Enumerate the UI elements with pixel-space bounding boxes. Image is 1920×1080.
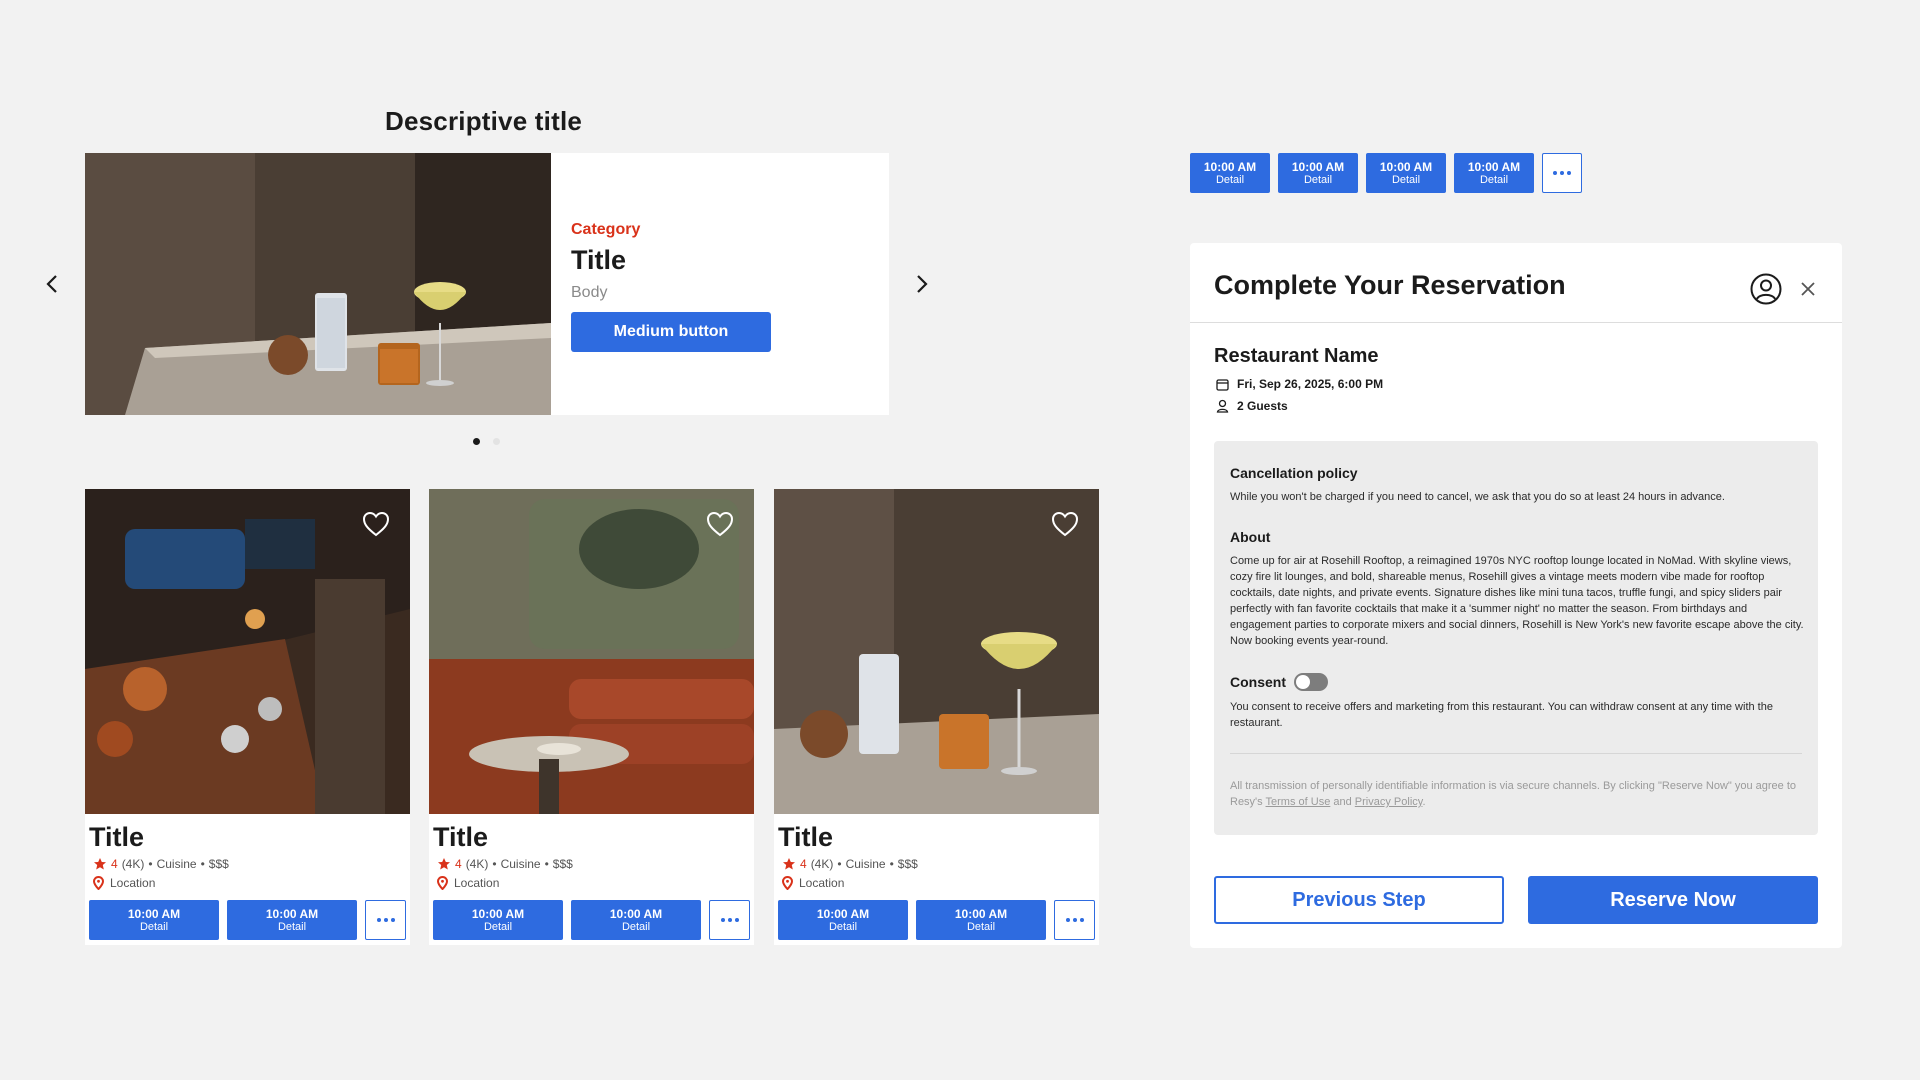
card-meta: 4 (4K) • Cuisine • $$$ (437, 857, 754, 871)
card-image (85, 489, 410, 814)
card-location-row: Location (437, 876, 754, 890)
panel-title: Complete Your Reservation (1214, 270, 1566, 300)
card-meta: 4 (4K) • Cuisine • $$$ (93, 857, 410, 871)
consent-text: You consent to receive offers and market… (1230, 701, 1773, 729)
user-account-icon[interactable] (1750, 273, 1782, 305)
privacy-policy-link[interactable]: Privacy Policy (1355, 796, 1423, 808)
card-price: $$$ (897, 857, 918, 871)
hero-image (85, 153, 551, 415)
calendar-icon (1216, 378, 1229, 391)
card-price: $$$ (552, 857, 573, 871)
location-pin-icon (782, 876, 793, 890)
time-slot-button[interactable]: 10:00 AM Detail (571, 900, 701, 940)
person-icon (1216, 399, 1229, 413)
card-location: Location (454, 876, 500, 890)
card-cuisine: Cuisine (156, 857, 197, 871)
reservation-datetime-row: Fri, Sep 26, 2025, 6:00 PM (1216, 377, 1383, 391)
location-pin-icon (437, 876, 448, 890)
time-slot-button[interactable]: 10:00 AM Detail (778, 900, 908, 940)
reservation-datetime: Fri, Sep 26, 2025, 6:00 PM (1237, 377, 1384, 391)
chevron-left-icon (46, 275, 57, 293)
card-location-row: Location (782, 876, 1099, 890)
terms-of-use-link[interactable]: Terms of Use (1266, 796, 1331, 808)
time-slot-button[interactable]: 10:00 AM Detail (227, 900, 357, 940)
heart-icon[interactable] (1051, 511, 1079, 537)
reserve-now-button[interactable]: Reserve Now (1528, 876, 1818, 924)
cancellation-text: While you won't be charged if you need t… (1230, 491, 1725, 503)
reservation-guests-row: 2 Guests (1216, 399, 1288, 413)
hero-category: Category (571, 221, 641, 238)
card-rating: 4 (800, 857, 807, 871)
time-slot-button[interactable]: 10:00 AM Detail (1190, 153, 1270, 193)
consent-heading: Consent (1230, 674, 1286, 690)
card-meta: 4 (4K) • Cuisine • $$$ (782, 857, 1099, 871)
close-icon[interactable] (1800, 281, 1816, 297)
card-cuisine: Cuisine (500, 857, 541, 871)
divider (1230, 753, 1802, 754)
carousel-dot[interactable] (493, 438, 500, 445)
restaurant-card[interactable]: Title 4 (4K) • Cuisine • $$$ Location 10:0… (774, 489, 1099, 945)
fine-print: All transmission of personally identifia… (1230, 780, 1797, 808)
chevron-right-icon (917, 275, 928, 293)
card-location: Location (799, 876, 845, 890)
reservation-guests: 2 Guests (1237, 399, 1288, 413)
time-slot-button[interactable]: 10:00 AM Detail (433, 900, 563, 940)
heart-icon[interactable] (362, 511, 390, 537)
ellipsis-icon (1065, 918, 1070, 922)
medium-button[interactable]: Medium button (571, 312, 771, 352)
star-icon (783, 858, 795, 870)
card-price: $$$ (208, 857, 229, 871)
card-rating: 4 (455, 857, 462, 871)
more-times-button[interactable] (1542, 153, 1582, 193)
time-slot-button[interactable]: 10:00 AM Detail (89, 900, 219, 940)
time-slot-row: 10:00 AM Detail 10:00 AM Detail 10:00 AM De… (1190, 153, 1582, 193)
time-slot-button[interactable]: 10:00 AM Detail (1454, 153, 1534, 193)
about-text: Come up for air at Rosehill Rooftop, a r… (1230, 555, 1804, 647)
restaurant-card[interactable]: Title 4 (4K) • Cuisine • $$$ Location 10:0… (85, 489, 410, 945)
reservation-info-box: Cancellation policy While you won't be c… (1214, 441, 1818, 835)
more-times-button[interactable] (709, 900, 750, 940)
card-title: Title (89, 822, 145, 852)
card-image (774, 489, 1099, 814)
consent-toggle[interactable] (1294, 673, 1328, 691)
card-reviews: (4K) (465, 857, 489, 871)
carousel-prev-button[interactable] (38, 270, 66, 298)
carousel-next-button[interactable] (908, 270, 936, 298)
card-location-row: Location (93, 876, 410, 890)
time-slot-button[interactable]: 10:00 AM Detail (916, 900, 1046, 940)
card-location: Location (110, 876, 156, 890)
restaurant-name: Restaurant Name (1214, 345, 1379, 367)
previous-step-button[interactable]: Previous Step (1214, 876, 1504, 924)
star-icon (94, 858, 106, 870)
hero-card[interactable]: Category Title Body Medium button (85, 153, 889, 415)
card-reviews: (4K) (121, 857, 145, 871)
ellipsis-icon (1553, 171, 1557, 175)
card-reviews: (4K) (810, 857, 834, 871)
reservation-panel: Complete Your Reservation Restaurant Nam… (1190, 243, 1842, 948)
card-title: Title (778, 822, 834, 852)
ellipsis-icon (720, 918, 725, 922)
card-cuisine: Cuisine (845, 857, 886, 871)
hero-section-title: Descriptive title (385, 106, 583, 136)
star-icon (438, 858, 450, 870)
hero-title: Title (571, 245, 627, 275)
hero-body: Body (571, 284, 608, 301)
card-image (429, 489, 754, 814)
carousel-dot-active[interactable] (473, 438, 480, 445)
time-slot-button[interactable]: 10:00 AM Detail (1278, 153, 1358, 193)
about-heading: About (1230, 529, 1271, 545)
cancellation-heading: Cancellation policy (1230, 465, 1358, 481)
ellipsis-icon (376, 918, 381, 922)
time-slot-button[interactable]: 10:00 AM Detail (1366, 153, 1446, 193)
location-pin-icon (93, 876, 104, 890)
heart-icon[interactable] (706, 511, 734, 537)
restaurant-card[interactable]: Title 4 (4K) • Cuisine • $$$ Location 10:0… (429, 489, 754, 945)
more-times-button[interactable] (1054, 900, 1095, 940)
more-times-button[interactable] (365, 900, 406, 940)
card-title: Title (433, 822, 489, 852)
card-rating: 4 (111, 857, 118, 871)
